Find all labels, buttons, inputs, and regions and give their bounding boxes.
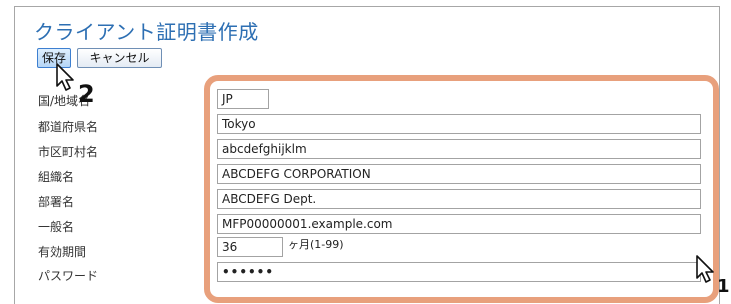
page-title: クライアント証明書作成 xyxy=(34,20,259,44)
prefecture-label: 都道府県名 xyxy=(38,120,99,134)
validity-input[interactable]: 36 xyxy=(217,237,283,257)
step-2-callout: 2 xyxy=(78,80,95,108)
prefecture-input[interactable]: Tokyo xyxy=(217,114,701,134)
common-name-input[interactable]: MFP00000001.example.com xyxy=(217,214,701,234)
validity-unit: ヶ月(1-99) xyxy=(288,238,344,251)
pointer-cursor-icon xyxy=(696,255,714,283)
password-input[interactable]: •••••• xyxy=(217,262,701,282)
country-input[interactable]: JP xyxy=(217,89,269,109)
cancel-button[interactable]: キャンセル xyxy=(77,48,162,68)
organization-label: 組織名 xyxy=(38,170,75,184)
password-label: パスワード xyxy=(38,269,99,283)
city-input[interactable]: abcdefghijklm xyxy=(217,139,701,159)
organization-input[interactable]: ABCDEFG CORPORATION xyxy=(217,164,701,184)
step-1-callout: 1 xyxy=(717,276,730,297)
city-label: 市区町村名 xyxy=(38,145,99,159)
department-label: 部署名 xyxy=(38,195,75,209)
validity-label: 有効期間 xyxy=(38,245,87,259)
department-input[interactable]: ABCDEFG Dept. xyxy=(217,189,701,209)
pointer-cursor-icon xyxy=(56,63,74,91)
common-name-label: 一般名 xyxy=(38,220,75,234)
